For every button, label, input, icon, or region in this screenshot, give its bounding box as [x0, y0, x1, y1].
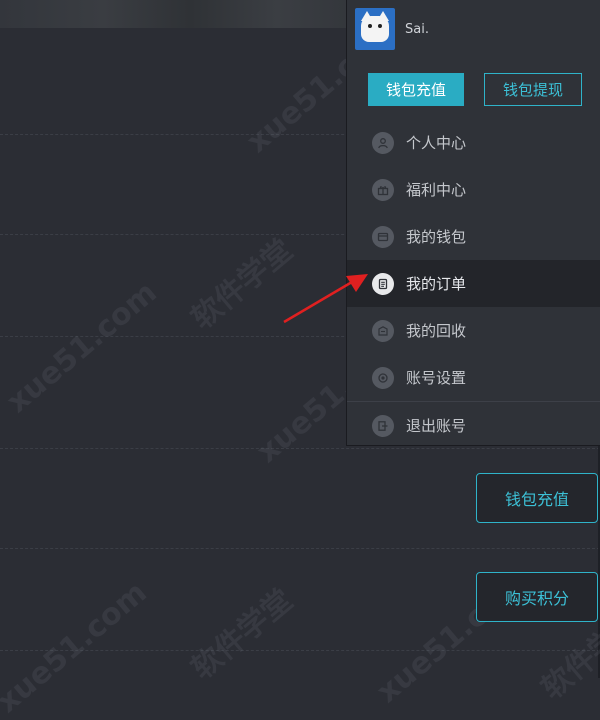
user-menu: 个人中心 福利中心 我的钱包 我的订单 我的回收 账号设置 退出账号	[347, 119, 600, 449]
menu-item-personal-center[interactable]: 个人中心	[347, 119, 600, 166]
user-dropdown-menu: Sai. 钱包充值 钱包提现 个人中心 福利中心 我的钱包 我的订单 我的回收 …	[346, 0, 600, 446]
menu-item-label: 我的订单	[406, 275, 467, 293]
menu-item-my-orders[interactable]: 我的订单	[347, 260, 600, 307]
menu-item-account-settings[interactable]: 账号设置	[347, 354, 600, 401]
menu-item-label: 账号设置	[406, 369, 467, 387]
gift-icon	[372, 178, 394, 201]
menu-item-label: 福利中心	[406, 181, 467, 199]
row-divider	[0, 650, 600, 651]
avatar[interactable]	[355, 8, 395, 50]
buy-points-button[interactable]: 购买积分	[476, 572, 598, 622]
menu-item-logout[interactable]: 退出账号	[347, 401, 600, 449]
menu-item-my-wallet[interactable]: 我的钱包	[347, 213, 600, 260]
wallet-withdraw-button[interactable]: 钱包提现	[484, 73, 582, 106]
watermark-site: xue51.com	[0, 275, 164, 420]
recharge-button[interactable]: 钱包充值	[476, 473, 598, 523]
wallet-icon	[372, 225, 394, 248]
watermark-text: 软件学堂	[185, 232, 300, 337]
top-banner-image	[0, 0, 346, 28]
order-icon	[372, 272, 394, 295]
menu-item-my-recycle[interactable]: 我的回收	[347, 307, 600, 354]
user-icon	[372, 131, 394, 154]
settings-icon	[372, 366, 394, 389]
row-divider	[0, 548, 600, 549]
watermark-text: 软件学堂	[185, 582, 300, 687]
menu-item-label: 我的回收	[406, 322, 467, 340]
user-info[interactable]: Sai.	[355, 8, 429, 50]
recycle-icon	[372, 319, 394, 342]
wallet-recharge-button[interactable]: 钱包充值	[368, 73, 464, 106]
menu-item-label: 我的钱包	[406, 228, 467, 246]
logout-icon	[372, 414, 394, 437]
menu-item-label: 退出账号	[406, 417, 467, 435]
watermark-site: xue51.com	[0, 575, 154, 720]
menu-item-label: 个人中心	[406, 134, 467, 152]
menu-item-welfare-center[interactable]: 福利中心	[347, 166, 600, 213]
username: Sai.	[405, 21, 429, 37]
